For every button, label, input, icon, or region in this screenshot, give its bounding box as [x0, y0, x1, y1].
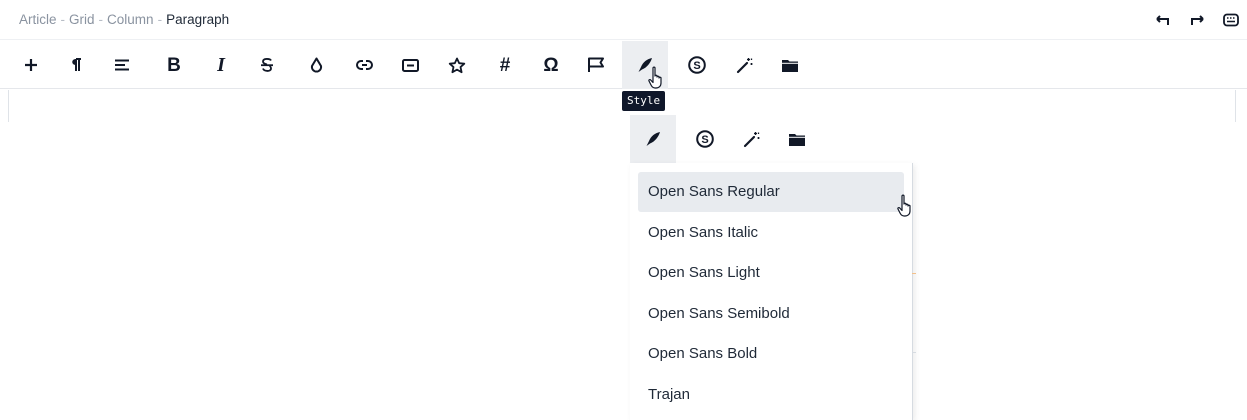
folder-button[interactable]: [767, 41, 813, 89]
pilcrow-icon: [72, 58, 81, 71]
breadcrumb-separator: -: [157, 12, 163, 27]
undo-button[interactable]: [1151, 8, 1175, 32]
style-tooltip: Style: [622, 91, 666, 111]
symbol-button[interactable]: S: [674, 41, 720, 89]
breadcrumb-item-paragraph: Paragraph: [166, 12, 230, 27]
popover-tab-symbol[interactable]: S: [682, 115, 728, 163]
bold-icon: B: [167, 54, 181, 76]
breadcrumb-item-article[interactable]: Article: [19, 12, 57, 27]
link-icon: [355, 60, 373, 70]
editor-canvas[interactable]: [8, 90, 1236, 420]
style-popover: S Open Sans Regular Open Sans Italic Ope…: [630, 115, 916, 420]
strikethrough-icon: [261, 58, 273, 72]
keyboard-icon: [1223, 13, 1239, 27]
font-option-open-sans-italic[interactable]: Open Sans Italic: [638, 213, 904, 253]
font-option-open-sans-bold[interactable]: Open Sans Bold: [638, 334, 904, 374]
popover-tab-folder[interactable]: [774, 115, 820, 163]
editor-toolbar: B I # Ω S: [0, 41, 1247, 89]
star-icon: [448, 57, 466, 73]
hashtag-button[interactable]: #: [482, 41, 528, 89]
hash-icon: #: [499, 54, 511, 76]
align-icon: [115, 59, 129, 71]
align-button[interactable]: [99, 41, 145, 89]
redo-button[interactable]: [1185, 8, 1209, 32]
s-circle-icon: S: [696, 130, 714, 148]
magic-button[interactable]: [722, 41, 768, 89]
font-option-open-sans-semibold[interactable]: Open Sans Semibold: [638, 294, 904, 334]
feather-icon: [646, 132, 660, 146]
keyboard-button[interactable]: [1219, 8, 1243, 32]
paragraph-button[interactable]: [53, 41, 99, 89]
folder-icon: [789, 133, 805, 146]
popover-tab-magic[interactable]: [729, 115, 775, 163]
plus-icon: [25, 59, 37, 71]
svg-text:S: S: [693, 60, 700, 72]
svg-text:S: S: [701, 134, 708, 146]
insert-button-button[interactable]: [387, 41, 433, 89]
font-style-panel: Open Sans Regular Open Sans Italic Open …: [630, 163, 913, 420]
top-actions: [1151, 8, 1247, 32]
style-button[interactable]: [622, 41, 668, 89]
redo-arrow-icon: [1191, 15, 1204, 25]
font-option-open-sans-regular[interactable]: Open Sans Regular: [638, 172, 904, 212]
font-option-open-sans-light[interactable]: Open Sans Light: [638, 253, 904, 293]
popover-tabs: S: [630, 115, 916, 163]
canvas-left-border: [8, 90, 9, 122]
breadcrumb-item-grid[interactable]: Grid: [69, 12, 95, 27]
italic-button[interactable]: I: [198, 41, 244, 89]
italic-icon: I: [217, 54, 225, 76]
magic-wand-icon: [743, 132, 760, 148]
undo-arrow-icon: [1156, 15, 1169, 25]
strikethrough-button[interactable]: [244, 41, 290, 89]
add-button[interactable]: [8, 41, 54, 89]
canvas-divider-line: [912, 352, 916, 353]
breadcrumb-separator: -: [98, 12, 104, 27]
breadcrumb-bar: Article - Grid - Column - Paragraph: [0, 0, 1247, 40]
color-button[interactable]: [293, 41, 339, 89]
font-option-trajan[interactable]: Trajan: [638, 375, 904, 415]
breadcrumb-item-column[interactable]: Column: [107, 12, 154, 27]
s-circle-icon: S: [688, 56, 706, 74]
droplet-icon: [310, 57, 322, 73]
flag-button[interactable]: [573, 41, 619, 89]
breadcrumb-separator: -: [60, 12, 66, 27]
feather-icon: [638, 58, 652, 72]
popover-tab-style[interactable]: [630, 115, 676, 163]
omega-icon: Ω: [543, 54, 559, 76]
breadcrumb: Article - Grid - Column - Paragraph: [19, 12, 229, 27]
canvas-accent-line: [912, 273, 916, 274]
favorite-button[interactable]: [434, 41, 480, 89]
flag-icon: [588, 57, 604, 72]
link-button[interactable]: [341, 41, 387, 89]
magic-wand-icon: [736, 58, 753, 74]
folder-icon: [782, 59, 798, 72]
bold-button[interactable]: B: [151, 41, 197, 89]
special-characters-button[interactable]: Ω: [528, 41, 574, 89]
canvas-right-border: [1235, 90, 1236, 122]
button-icon: [401, 58, 419, 72]
font-style-list: Open Sans Regular Open Sans Italic Open …: [638, 172, 904, 415]
